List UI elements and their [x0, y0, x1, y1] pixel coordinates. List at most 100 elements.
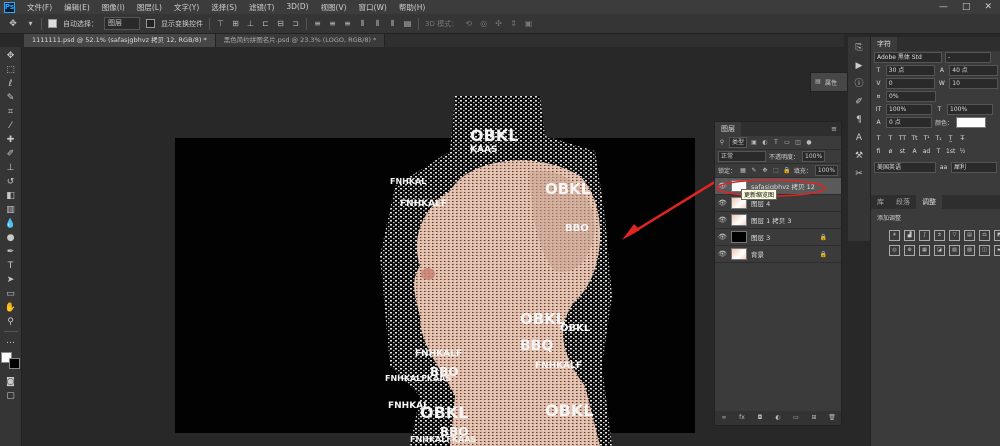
- visibility-eye-icon[interactable]: 👁: [718, 250, 727, 258]
- tab-paragraph[interactable]: 段落: [890, 195, 916, 209]
- move-tool-icon[interactable]: ✥: [6, 17, 20, 31]
- menu-item[interactable]: 3D(D): [280, 2, 314, 13]
- menu-item[interactable]: 帮助(H): [393, 2, 432, 13]
- stylistic-button[interactable]: A: [910, 147, 919, 156]
- leading-field[interactable]: 40 点: [949, 65, 998, 76]
- layer-row[interactable]: 👁 背景 🔒: [715, 246, 841, 263]
- more-tools-icon[interactable]: …: [4, 334, 18, 348]
- filter-smart-icon[interactable]: ◫: [794, 139, 802, 147]
- zoom-tool-icon[interactable]: ⚲: [4, 315, 18, 329]
- ordinals-button[interactable]: 1st: [946, 147, 955, 156]
- layer-row[interactable]: 👁 图层 1 拷贝 3: [715, 212, 841, 229]
- new-layer-icon[interactable]: ⊞: [810, 414, 818, 422]
- ornament-button[interactable]: T: [934, 147, 943, 156]
- crop-tool-icon[interactable]: ⌗: [4, 105, 18, 119]
- clone-source-icon[interactable]: ✂: [852, 167, 866, 181]
- ligature-button[interactable]: fi: [874, 147, 883, 156]
- delete-layer-icon[interactable]: 🗑: [828, 414, 836, 422]
- panel-menu-icon[interactable]: ≡: [831, 125, 841, 133]
- menu-item[interactable]: 窗口(W): [353, 2, 393, 13]
- align-top-icon[interactable]: ⊤: [216, 19, 225, 28]
- history-panel-icon[interactable]: ⎘: [852, 41, 866, 55]
- lock-all-icon[interactable]: 🔒: [783, 167, 791, 175]
- font-size-field[interactable]: 30 点: [885, 65, 935, 76]
- lock-image-icon[interactable]: ✎: [750, 167, 758, 175]
- layer-row[interactable]: 👁 图层 3 🔒: [715, 229, 841, 246]
- menu-item[interactable]: 图像(I): [96, 2, 131, 13]
- levels-icon[interactable]: ▟: [904, 230, 915, 241]
- filter-toggle-icon[interactable]: ●: [805, 139, 813, 147]
- menu-item[interactable]: 编辑(E): [58, 2, 96, 13]
- opacity-field[interactable]: 100%: [802, 151, 826, 162]
- marquee-tool-icon[interactable]: ⬚: [4, 63, 18, 77]
- distribute-bottom-icon[interactable]: ≡: [343, 19, 352, 28]
- history-brush-icon[interactable]: ↺: [4, 175, 18, 189]
- superscript-button[interactable]: T¹: [922, 134, 931, 143]
- eraser-tool-icon[interactable]: ◧: [4, 189, 18, 203]
- horizontal-scale-field[interactable]: 100%: [947, 104, 993, 115]
- auto-select-dropdown[interactable]: 图层: [104, 17, 140, 30]
- path-select-tool-icon[interactable]: ➤: [4, 273, 18, 287]
- selective-color-icon[interactable]: ◫: [979, 245, 990, 256]
- character-panel-icon[interactable]: A: [852, 131, 866, 145]
- faux-bold-button[interactable]: T: [874, 134, 883, 143]
- brightness-contrast-icon[interactable]: ☀: [889, 230, 900, 241]
- type-tool-icon[interactable]: T: [4, 259, 18, 273]
- paragraph-panel-icon[interactable]: ¶: [852, 113, 866, 127]
- layer-style-icon[interactable]: fx: [738, 414, 746, 422]
- tab-document-1[interactable]: 1111111.psd @ 52.1% (safasjgbhvz 拷贝 12, …: [24, 34, 216, 47]
- ordinal-button[interactable]: ø: [886, 147, 895, 156]
- minimize-button[interactable]: —: [939, 2, 948, 12]
- align-hcenter-icon[interactable]: ⊟: [276, 19, 285, 28]
- posterize-icon[interactable]: ▧: [949, 245, 960, 256]
- 3d-scale-icon[interactable]: ▣: [524, 19, 533, 28]
- blur-tool-icon[interactable]: 💧: [4, 217, 18, 231]
- gradient-tool-icon[interactable]: ▥: [4, 203, 18, 217]
- link-layers-icon[interactable]: ∞: [720, 414, 728, 422]
- antialias-dropdown[interactable]: 犀利: [951, 162, 997, 173]
- text-color-swatch[interactable]: [956, 117, 987, 128]
- 3d-rotate-icon[interactable]: ⟲: [464, 19, 473, 28]
- stamp-tool-icon[interactable]: ⊥: [4, 161, 18, 175]
- auto-select-checkbox[interactable]: [48, 19, 57, 28]
- vertical-scale-percent-field[interactable]: 0%: [886, 91, 936, 102]
- faux-italic-button[interactable]: T: [886, 134, 895, 143]
- tab-layers[interactable]: 图层: [715, 122, 741, 136]
- visibility-eye-icon[interactable]: 👁: [718, 216, 727, 224]
- close-button[interactable]: ✕: [984, 2, 992, 12]
- distribute-left-icon[interactable]: ⦀: [358, 19, 367, 28]
- 3d-pan-icon[interactable]: ✣: [494, 19, 503, 28]
- filter-adjust-icon[interactable]: ◐: [761, 139, 769, 147]
- menu-item[interactable]: 文件(F): [21, 2, 58, 13]
- color-swatches[interactable]: [1, 352, 20, 369]
- color-balance-icon[interactable]: ⚖: [979, 230, 990, 241]
- quick-select-tool-icon[interactable]: ✎: [4, 91, 18, 105]
- align-right-icon[interactable]: ⊐: [291, 19, 300, 28]
- show-transform-checkbox[interactable]: [146, 19, 155, 28]
- align-left-icon[interactable]: ⊏: [261, 19, 270, 28]
- background-color-swatch[interactable]: [9, 358, 20, 369]
- filter-shape-icon[interactable]: ▭: [783, 139, 791, 147]
- fractions-button[interactable]: ½: [958, 147, 967, 156]
- new-adjustment-icon[interactable]: ◐: [774, 414, 782, 422]
- titling-button[interactable]: ad: [922, 147, 931, 156]
- tab-adjustments[interactable]: 调整: [916, 195, 942, 209]
- tracking-field[interactable]: 10: [949, 78, 998, 89]
- lasso-tool-icon[interactable]: ℓ: [4, 77, 18, 91]
- distribute-hcenter-icon[interactable]: ⦀: [373, 19, 382, 28]
- auto-align-icon[interactable]: ▤: [403, 19, 412, 28]
- hand-tool-icon[interactable]: ✋: [4, 301, 18, 315]
- hue-saturation-icon[interactable]: ▤: [964, 230, 975, 241]
- add-mask-icon[interactable]: ◘: [756, 414, 764, 422]
- black-white-icon[interactable]: ◩: [994, 230, 1000, 241]
- chevron-down-icon[interactable]: ▾: [26, 19, 35, 28]
- vertical-scale-field[interactable]: 100%: [886, 104, 932, 115]
- filter-kind-dropdown[interactable]: 类型: [729, 137, 748, 148]
- eyedropper-tool-icon[interactable]: ⁄: [4, 119, 18, 133]
- visibility-eye-icon[interactable]: 👁: [718, 199, 727, 207]
- distribute-right-icon[interactable]: ⦀: [388, 19, 397, 28]
- baseline-field[interactable]: 0 点: [886, 117, 932, 128]
- menu-item[interactable]: 视图(V): [315, 2, 353, 13]
- curves-icon[interactable]: ∫: [919, 230, 930, 241]
- gradient-map-icon[interactable]: ▬: [994, 245, 1000, 256]
